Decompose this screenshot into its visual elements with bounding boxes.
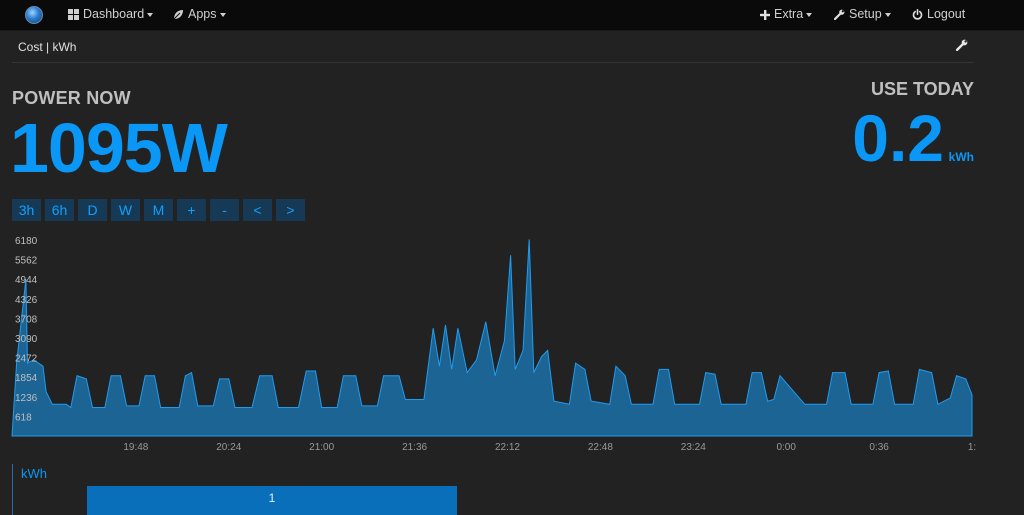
- zoom-3h-button[interactable]: 3h: [12, 199, 41, 221]
- use-today-label: USE TODAY: [870, 79, 974, 99]
- kwh-panel: kWh 1: [12, 464, 975, 515]
- x-tick-label: 22:48: [588, 442, 613, 453]
- y-tick-label: 1236: [15, 393, 38, 404]
- power-now-value: 1095W: [10, 109, 228, 187]
- x-tick-label: 0:00: [776, 442, 796, 453]
- x-tick-label: 22:12: [495, 442, 520, 453]
- pan-left-button[interactable]: <: [243, 199, 272, 221]
- plus-icon: [760, 9, 770, 20]
- wrench-icon[interactable]: [956, 39, 968, 51]
- caret-down-icon: [219, 12, 226, 17]
- x-tick-label: 23:24: [681, 442, 706, 453]
- zoom-month-button[interactable]: M: [144, 199, 173, 221]
- y-tick-label: 618: [15, 412, 32, 423]
- nav-setup[interactable]: Setup: [834, 0, 891, 30]
- kwh-label: kWh: [21, 466, 47, 481]
- x-tick-label: 0:36: [869, 442, 889, 453]
- x-tick-label: 20:24: [216, 442, 241, 453]
- y-tick-label: 6180: [15, 236, 38, 247]
- zoom-week-button[interactable]: W: [111, 199, 140, 221]
- x-tick-label: 19:48: [123, 442, 148, 453]
- wrench-icon: [834, 9, 845, 21]
- y-tick-label: 2472: [15, 354, 38, 365]
- power-now-label: POWER NOW: [12, 88, 131, 108]
- leaf-icon: [173, 10, 183, 20]
- x-tick-label: 21:36: [402, 442, 427, 453]
- y-tick-label: 1854: [15, 373, 38, 384]
- nav-dashboard-label: Dashboard: [83, 7, 145, 21]
- y-tick-label: 5562: [15, 256, 38, 267]
- nav-extra-label: Extra: [774, 7, 804, 21]
- power-icon: [912, 9, 923, 20]
- x-tick-label: 21:00: [309, 442, 334, 453]
- zoom-day-button[interactable]: D: [78, 199, 107, 221]
- nav-dashboard[interactable]: Dashboard: [68, 0, 154, 30]
- use-today-value: 0.2: [852, 101, 944, 175]
- caret-down-icon: [147, 12, 154, 17]
- subbar-title[interactable]: Cost | kWh: [18, 40, 76, 54]
- grid-icon: [68, 9, 79, 21]
- use-today-unit: kWh: [948, 150, 974, 164]
- power-chart[interactable]: 618 1236 1854 2472 3090 3708 4326 4944 5562 6180 1…: [0, 236, 1024, 456]
- top-navbar: Dashboard Apps Extra Setup Logout: [0, 0, 1024, 31]
- y-tick-label: 4944: [15, 275, 38, 286]
- logo-icon[interactable]: [25, 6, 43, 24]
- zoom-out-button[interactable]: -: [210, 199, 239, 221]
- y-tick-label: 3090: [15, 334, 38, 345]
- power-series-area: [11, 239, 973, 437]
- zoom-6h-button[interactable]: 6h: [45, 199, 74, 221]
- nav-logout[interactable]: Logout: [912, 0, 965, 30]
- graph-subbar: Cost | kWh: [12, 31, 974, 63]
- x-tick-label: 1:: [968, 442, 976, 453]
- y-tick-label: 4326: [15, 295, 38, 306]
- nav-apps[interactable]: Apps: [173, 0, 226, 30]
- nav-logout-label: Logout: [927, 7, 966, 21]
- nav-apps-label: Apps: [188, 7, 217, 21]
- nav-setup-label: Setup: [849, 7, 882, 21]
- y-tick-label: 3708: [15, 314, 38, 325]
- nav-extra[interactable]: Extra: [760, 0, 813, 30]
- caret-down-icon: [806, 12, 813, 17]
- pan-right-button[interactable]: >: [276, 199, 305, 221]
- zoom-in-button[interactable]: +: [177, 199, 206, 221]
- caret-down-icon: [884, 12, 891, 17]
- kwh-bar[interactable]: 1: [87, 486, 457, 515]
